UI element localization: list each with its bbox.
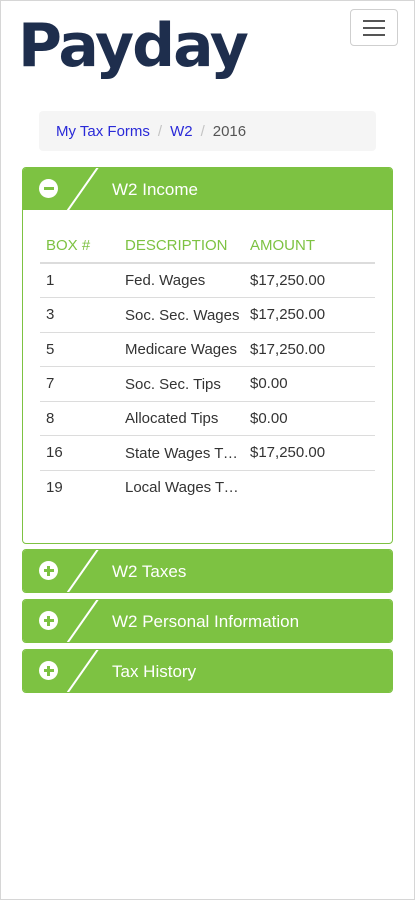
- amount: [244, 469, 375, 505]
- breadcrumb: My Tax Forms / W2 / 2016: [39, 111, 376, 151]
- description: Allocated Tips: [125, 410, 219, 428]
- menu-toggle-button[interactable]: [350, 9, 398, 46]
- box-number: 7: [40, 366, 119, 401]
- panel-w2-taxes: W2 Taxes: [22, 549, 393, 593]
- plus-circle-icon[interactable]: [39, 561, 58, 580]
- description: Soc. Sec. Wages: [125, 306, 240, 324]
- header-slash-decoration: [65, 600, 99, 642]
- breadcrumb-separator: /: [157, 122, 163, 140]
- minus-circle-icon[interactable]: [39, 179, 58, 198]
- header-slash-decoration: [65, 168, 99, 214]
- box-number: 1: [46, 272, 55, 289]
- panel-title: W2 Personal Information: [112, 612, 300, 631]
- box-number: 3: [40, 297, 119, 332]
- column-header-description: DESCRIPTION: [119, 228, 244, 264]
- table-row: 7 Soc. Sec. Tips $0.00: [40, 366, 375, 401]
- breadcrumb-my-tax-forms[interactable]: My Tax Forms: [56, 123, 150, 140]
- column-header-box: BOX #: [40, 228, 119, 264]
- plus-circle-icon[interactable]: [39, 611, 58, 630]
- amount: $17,250.00: [250, 272, 326, 289]
- box-number: 16: [40, 435, 119, 470]
- table-row: 5 Medicare Wages $17,250.00: [40, 331, 375, 367]
- panel-tax-history-header[interactable]: Tax History: [23, 650, 392, 692]
- table-row: 19 Local Wages Tips: [40, 469, 375, 505]
- amount: $17,250.00: [244, 435, 375, 470]
- breadcrumb-current-year: 2016: [212, 122, 247, 140]
- box-number: 19: [40, 469, 119, 505]
- panel-w2-income: W2 Income BOX # DESCRIPTION AMOUNT 1 Fed…: [22, 167, 393, 544]
- amount: $0.00: [244, 400, 375, 436]
- panel-title: Tax History: [112, 662, 197, 681]
- amount: $17,250.00: [244, 331, 375, 367]
- description: Soc. Sec. Tips: [125, 375, 221, 393]
- table-header-row: BOX # DESCRIPTION AMOUNT: [40, 228, 375, 264]
- amount: $0.00: [244, 366, 375, 401]
- plus-circle-icon[interactable]: [39, 661, 58, 680]
- box-number: 5: [40, 331, 119, 367]
- description: State Wages Tips: [125, 444, 241, 462]
- panel-w2-taxes-header[interactable]: W2 Taxes: [23, 550, 392, 592]
- table-row: 8 Allocated Tips $0.00: [40, 400, 375, 436]
- hamburger-icon: [363, 33, 385, 36]
- table-row: 16 State Wages Tips $17,250.00: [40, 435, 375, 470]
- breadcrumb-separator: /: [200, 122, 205, 140]
- box-number: 8: [40, 400, 119, 436]
- description: Local Wages Tips: [125, 479, 241, 497]
- panel-title: W2 Income: [112, 180, 198, 199]
- column-header-amount: AMOUNT: [244, 228, 375, 264]
- description: Medicare Wages: [125, 341, 237, 359]
- hamburger-icon: [363, 26, 385, 29]
- description: Fed. Wages: [125, 272, 206, 290]
- amount: $17,250.00: [244, 297, 375, 332]
- header-slash-decoration: [65, 550, 99, 592]
- panel-tax-history: Tax History: [22, 649, 393, 693]
- panel-w2-personal-information: W2 Personal Information: [22, 599, 393, 643]
- header-slash-decoration: [65, 650, 99, 692]
- table-row: 1 Fed. Wages $17,250.00: [40, 263, 375, 298]
- payday-logo[interactable]: Payday: [18, 8, 249, 84]
- breadcrumb-w2[interactable]: W2: [170, 123, 193, 140]
- panel-w2-personal-information-header[interactable]: W2 Personal Information: [23, 600, 392, 642]
- panel-title: W2 Taxes: [112, 562, 187, 581]
- hamburger-icon: [363, 19, 385, 22]
- w2-income-table: BOX # DESCRIPTION AMOUNT 1 Fed. Wages $1…: [40, 228, 375, 505]
- table-row: 3 Soc. Sec. Wages $17,250.00: [40, 297, 375, 332]
- panel-w2-income-header[interactable]: W2 Income: [23, 168, 392, 214]
